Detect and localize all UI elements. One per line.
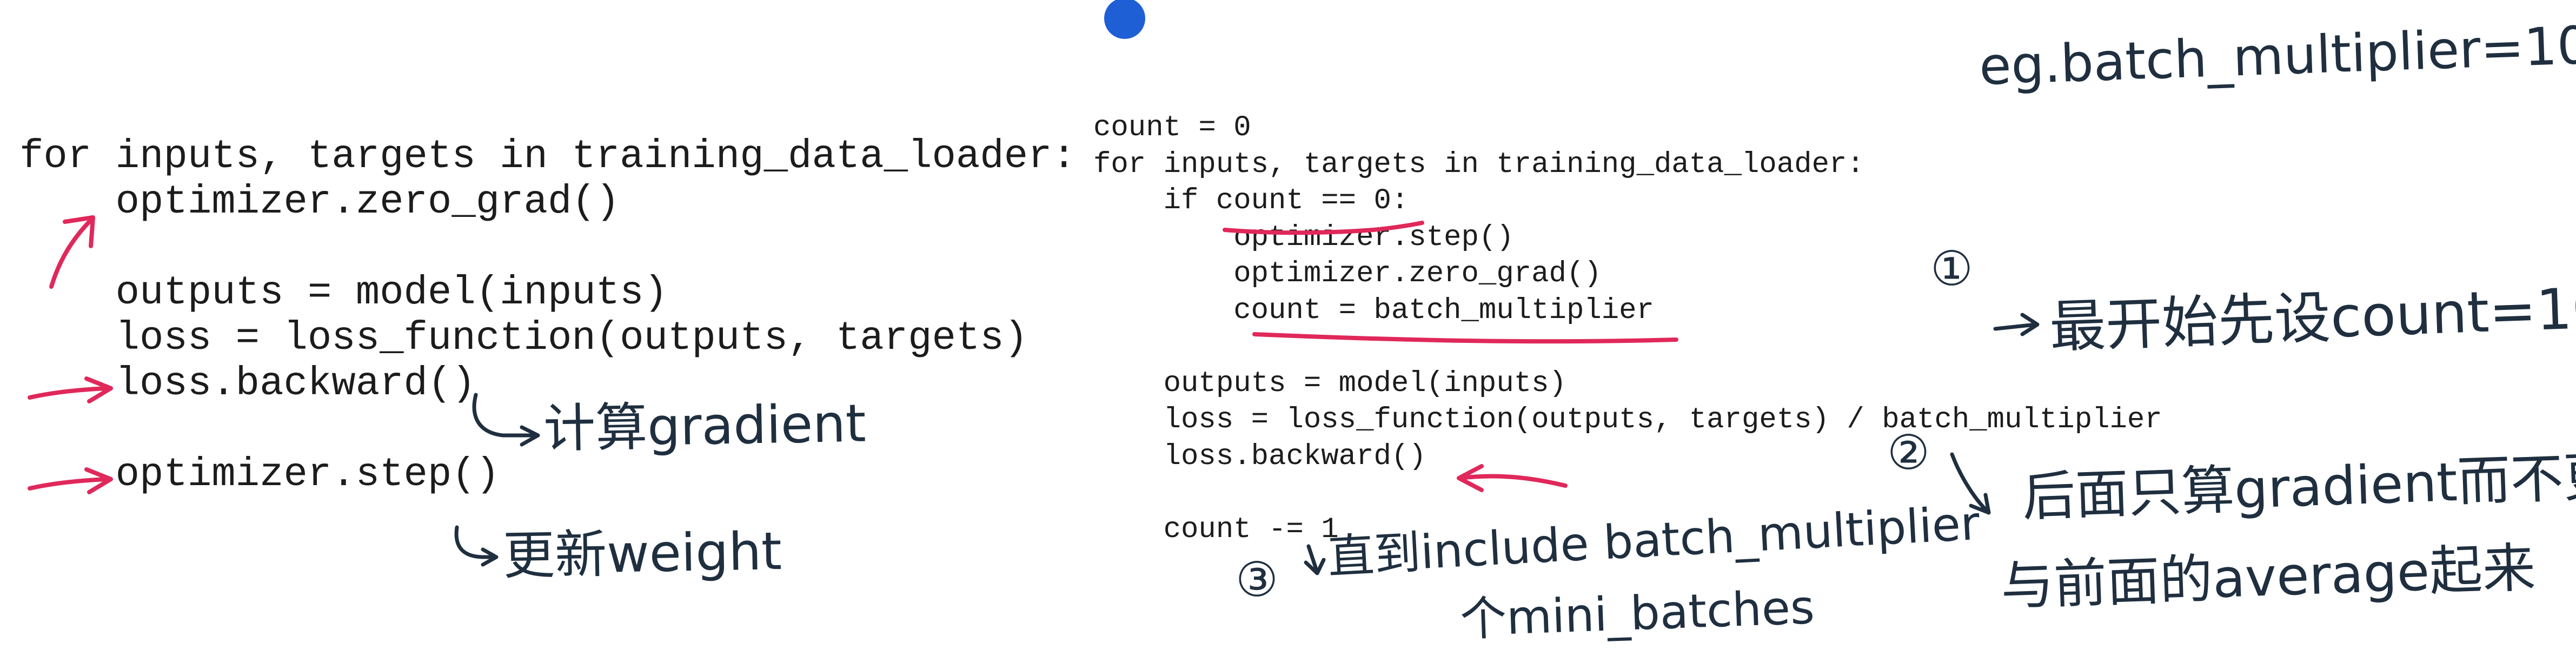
arrow-backward-icon xyxy=(28,376,113,403)
arrow-zero-grad-icon xyxy=(49,215,95,289)
step2-number: ② xyxy=(1887,425,1930,480)
note-compute-gradient: 计算gradient xyxy=(543,393,867,459)
step1-number: ① xyxy=(1930,241,1973,296)
underline-mark xyxy=(1252,332,1678,344)
step3-number: ③ xyxy=(1236,552,1278,607)
cursor-dot xyxy=(1104,0,1145,39)
note-update-weight: 更新weight xyxy=(502,521,782,586)
arrow-backward-right-icon xyxy=(1457,464,1568,492)
arrow-step-icon xyxy=(28,467,113,494)
underline-mark xyxy=(1223,221,1424,235)
note-step3-line2: 个mini_batches xyxy=(1459,580,1816,647)
